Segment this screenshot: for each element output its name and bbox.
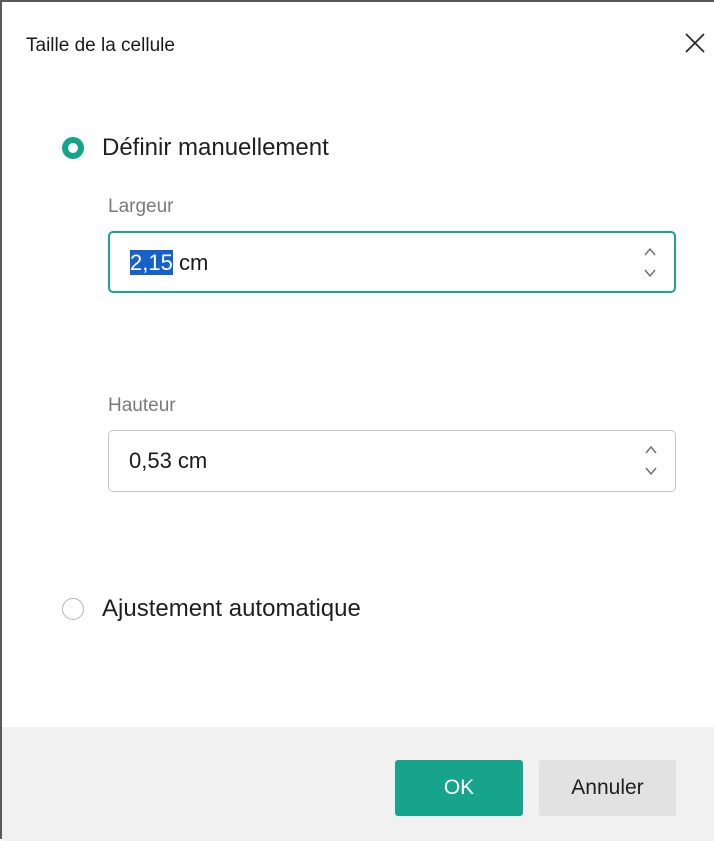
width-increment-button[interactable] xyxy=(640,243,660,261)
width-unit: cm xyxy=(172,250,209,275)
width-value-selected-text: 2,15 xyxy=(130,250,173,275)
width-decrement-button[interactable] xyxy=(640,264,660,282)
height-spin-arrows xyxy=(641,441,661,481)
width-spin-arrows xyxy=(640,243,660,283)
radio-option-auto[interactable]: Ajustement automatique xyxy=(62,595,361,623)
radio-manual-label: Définir manuellement xyxy=(102,134,329,161)
height-spin-field[interactable]: 0,53 cm xyxy=(108,430,676,492)
cell-size-dialog: Taille de la cellule Définir manuellemen… xyxy=(0,0,714,841)
width-label: Largeur xyxy=(108,196,174,217)
close-icon xyxy=(685,33,705,53)
height-decrement-button[interactable] xyxy=(641,462,661,480)
chevron-down-icon xyxy=(645,467,657,476)
cancel-button[interactable]: Annuler xyxy=(539,760,676,816)
title-bar: Taille de la cellule xyxy=(2,2,714,90)
radio-option-manual[interactable]: Définir manuellement xyxy=(62,134,329,162)
chevron-up-icon xyxy=(645,445,657,454)
dialog-title: Taille de la cellule xyxy=(26,35,175,56)
chevron-down-icon xyxy=(644,269,656,278)
height-value[interactable]: 0,53 cm xyxy=(129,448,207,474)
ok-button[interactable]: OK xyxy=(395,760,523,816)
radio-manual-checked[interactable] xyxy=(62,137,84,159)
height-label: Hauteur xyxy=(108,395,176,416)
close-button[interactable] xyxy=(680,28,710,58)
width-spin-field[interactable]: 2,15 cm xyxy=(108,231,676,293)
width-value[interactable]: 2,15 cm xyxy=(130,250,208,276)
radio-auto-label: Ajustement automatique xyxy=(102,595,361,622)
dialog-footer: OK Annuler xyxy=(2,727,714,841)
radio-auto-unchecked[interactable] xyxy=(62,598,84,620)
chevron-up-icon xyxy=(644,247,656,256)
height-increment-button[interactable] xyxy=(641,441,661,459)
